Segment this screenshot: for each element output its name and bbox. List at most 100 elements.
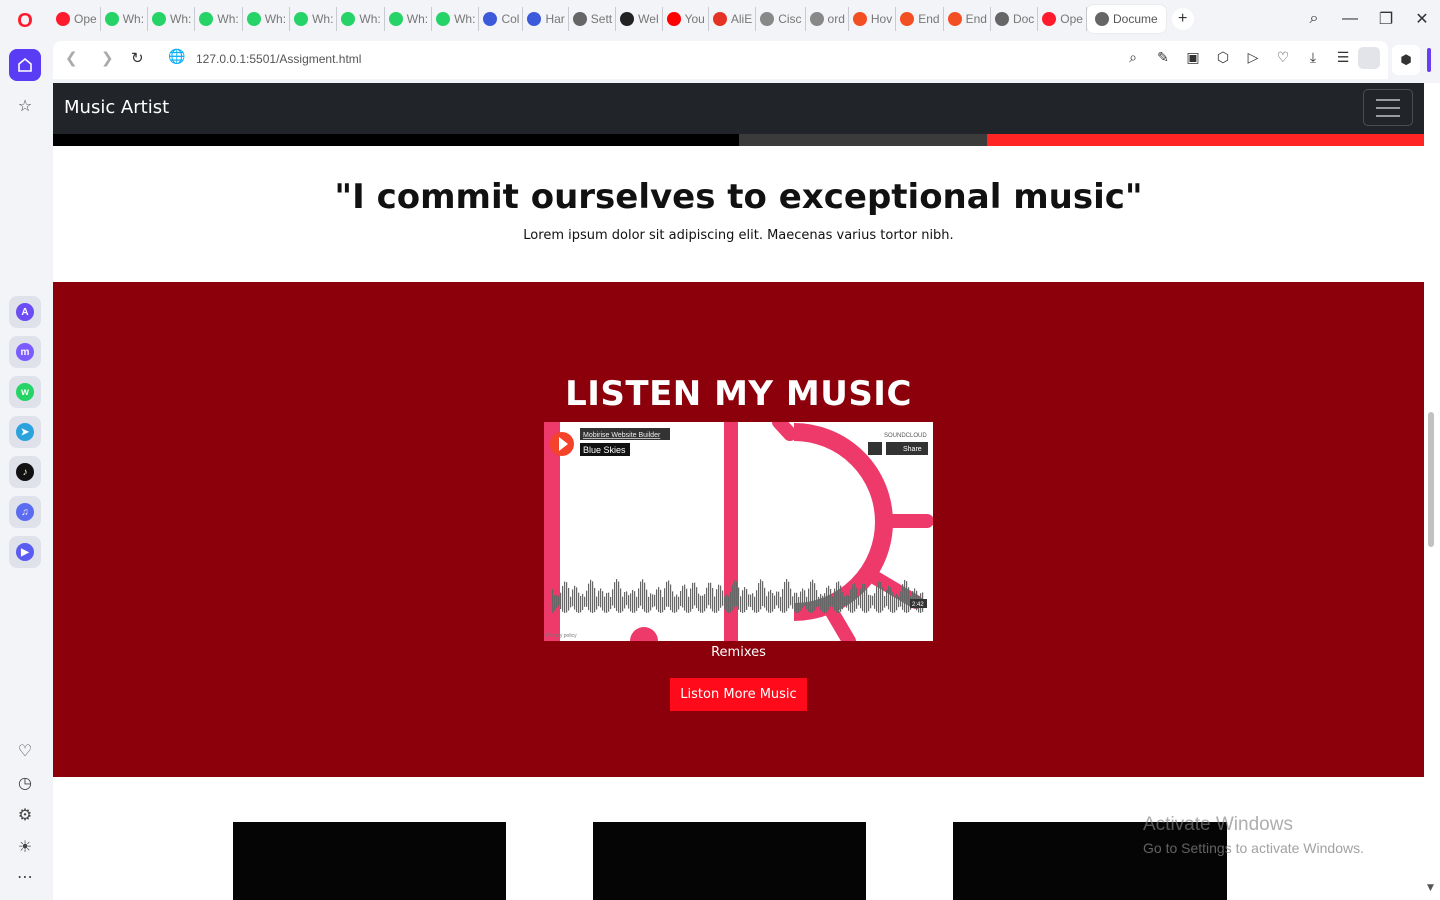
zoom-icon[interactable]: ⌕ bbox=[1118, 50, 1148, 66]
site-navbar: Music Artist bbox=[53, 83, 1424, 134]
waveform-bar bbox=[816, 590, 818, 608]
waveform-bar bbox=[828, 585, 830, 610]
browser-tab[interactable]: Wh: bbox=[243, 7, 291, 31]
reload-icon[interactable]: ↻ bbox=[131, 49, 144, 67]
microsoft-icon bbox=[852, 12, 867, 26]
waveform-bar bbox=[698, 593, 700, 612]
waveform-bar bbox=[608, 592, 610, 612]
browser-tab[interactable]: Wh: bbox=[195, 7, 243, 31]
camera-icon[interactable]: ▣ bbox=[1178, 50, 1208, 66]
share-label[interactable]: Share bbox=[903, 446, 922, 453]
edit-icon[interactable]: ✎ bbox=[1148, 50, 1178, 66]
browser-tab[interactable]: Ope bbox=[1038, 7, 1087, 31]
browser-tab[interactable]: End bbox=[944, 7, 991, 31]
send-icon[interactable]: ▷ bbox=[1238, 50, 1268, 66]
gallery-thumbnail[interactable] bbox=[233, 822, 506, 900]
waveform-bar bbox=[834, 588, 836, 611]
star-icon[interactable]: ☆ bbox=[9, 89, 41, 121]
extensions-icon[interactable]: ⬢ bbox=[1392, 45, 1420, 75]
browser-tab[interactable]: You bbox=[663, 7, 709, 31]
waveform-bar bbox=[606, 592, 608, 613]
gallery-thumbnail[interactable] bbox=[593, 822, 866, 900]
player-uploader[interactable]: Mobirise Website Builder bbox=[583, 432, 661, 439]
browser-tab[interactable]: ord bbox=[806, 7, 849, 31]
opera-menu-icon[interactable]: O bbox=[10, 6, 40, 36]
search-tabs-icon[interactable]: ⌕ bbox=[1296, 10, 1332, 28]
browser-tab[interactable]: Hov bbox=[849, 7, 897, 31]
waveform-bar bbox=[700, 595, 702, 613]
music-player-icon[interactable]: ♫ bbox=[9, 496, 41, 528]
soundcloud-logo[interactable]: SOUNDCLOUD bbox=[884, 433, 927, 439]
player-track[interactable]: Blue Skies bbox=[583, 445, 626, 455]
browser-tab[interactable]: Wh: bbox=[385, 7, 433, 31]
browser-tab[interactable]: Wh: bbox=[148, 7, 196, 31]
browser-tab[interactable]: Sett bbox=[569, 7, 617, 31]
browser-tab[interactable]: Wh: bbox=[337, 7, 385, 31]
window-controls: ⌕ — ❐ ✕ bbox=[1296, 0, 1440, 38]
privacy-policy-link[interactable]: Privacy policy bbox=[546, 633, 577, 639]
navbar-toggler-button[interactable] bbox=[1363, 89, 1413, 126]
browser-tab[interactable]: Wh: bbox=[101, 7, 149, 31]
waveform-bar bbox=[766, 596, 768, 611]
soundcloud-player[interactable]: Mobirise Website Builder Blue Skies SOUN… bbox=[544, 422, 933, 641]
listen-more-music-button[interactable]: Liston More Music bbox=[670, 678, 807, 711]
easy-setup-icon[interactable]: ☰ bbox=[1328, 50, 1358, 66]
settings-icon[interactable]: ⚙ bbox=[9, 798, 41, 830]
close-window-icon[interactable]: ✕ bbox=[1404, 9, 1440, 29]
player-artwork: Mobirise Website Builder Blue Skies SOUN… bbox=[544, 422, 933, 641]
more-icon[interactable]: ⋯ bbox=[9, 860, 41, 892]
waveform-bar bbox=[806, 596, 808, 610]
navbar-brand[interactable]: Music Artist bbox=[64, 97, 169, 118]
waveform-bar bbox=[726, 594, 728, 612]
profile-icon[interactable] bbox=[1358, 47, 1380, 69]
waveform-bar bbox=[842, 592, 844, 610]
music-section: LISTEN MY MUSIC Mobirise Website Builder… bbox=[53, 282, 1424, 777]
microsoft-icon bbox=[900, 12, 915, 26]
browser-tab[interactable]: AliE bbox=[709, 7, 757, 31]
tiktok-icon[interactable]: ♪ bbox=[9, 456, 41, 488]
browser-tab-label: End bbox=[918, 12, 940, 26]
waveform-bar bbox=[860, 589, 862, 609]
waveform-bar bbox=[686, 588, 688, 613]
browser-tab[interactable]: Cisc bbox=[756, 7, 806, 31]
browser-tab[interactable]: Col bbox=[479, 7, 524, 31]
browser-tab[interactable]: Wel bbox=[616, 7, 663, 31]
messenger-icon[interactable]: m bbox=[9, 336, 41, 368]
back-icon[interactable]: ❮ bbox=[65, 49, 78, 67]
home-icon[interactable] bbox=[9, 49, 41, 81]
shield-icon[interactable]: ⬡ bbox=[1208, 50, 1238, 66]
browser-tab-label: Wel bbox=[638, 12, 659, 26]
site-info-icon[interactable]: 🌐 bbox=[168, 49, 185, 65]
waveform-bar bbox=[676, 594, 678, 612]
browser-tab[interactable]: Wh: bbox=[290, 7, 338, 31]
waveform-bar bbox=[790, 588, 792, 606]
forward-icon[interactable]: ❯ bbox=[101, 49, 114, 67]
new-tab-button[interactable]: + bbox=[1171, 8, 1194, 30]
download-icon[interactable]: ⤓ bbox=[1298, 50, 1328, 66]
browser-tab[interactable]: Ope bbox=[52, 7, 101, 31]
browser-tab[interactable]: End bbox=[896, 7, 944, 31]
browser-tab[interactable]: Doc bbox=[991, 7, 1039, 31]
heart-icon[interactable]: ♡ bbox=[9, 734, 41, 766]
minimize-icon[interactable]: — bbox=[1332, 10, 1368, 28]
waveform-bar bbox=[838, 581, 840, 613]
waveform-bar bbox=[800, 591, 802, 611]
restore-icon[interactable]: ❐ bbox=[1368, 9, 1404, 29]
browser-tab[interactable]: Har bbox=[523, 7, 569, 31]
player-icon[interactable]: ▶ bbox=[9, 536, 41, 568]
scrollbar-thumb[interactable] bbox=[1428, 412, 1434, 547]
browser-tab[interactable]: Wh: bbox=[432, 7, 480, 31]
aria-icon[interactable]: A bbox=[9, 296, 41, 328]
waveform-bar bbox=[552, 589, 554, 613]
url-field[interactable]: 127.0.0.1:5501/Assigment.html bbox=[196, 52, 361, 66]
bookmark-heart-icon[interactable]: ♡ bbox=[1268, 50, 1298, 66]
history-icon[interactable]: ◷ bbox=[9, 766, 41, 798]
waveform-bar bbox=[868, 594, 870, 612]
lightbulb-icon[interactable]: ☀ bbox=[9, 830, 41, 862]
waveform-bar bbox=[642, 579, 644, 610]
telegram-icon[interactable]: ➤ bbox=[9, 416, 41, 448]
browser-tab-active[interactable]: Docume bbox=[1086, 5, 1166, 33]
whatsapp-icon[interactable]: w bbox=[9, 376, 41, 408]
waveform-bar bbox=[666, 581, 668, 607]
scroll-down-icon[interactable]: ▼ bbox=[1427, 883, 1434, 893]
